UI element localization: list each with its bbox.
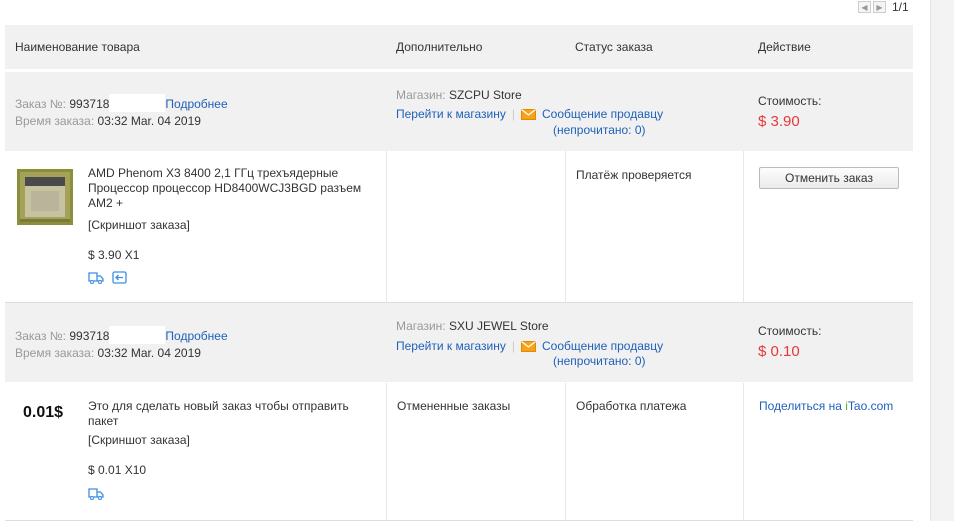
cost-value: $ 3.90 (758, 113, 800, 130)
order-header: Заказ №: 993718 Подробнее Время заказа: 0… (5, 303, 913, 382)
order-number-label: Заказ №: (15, 97, 67, 111)
page-indicator: 1/1 (892, 0, 909, 14)
price-quantity: $ 0.01 X10 (88, 463, 147, 477)
go-to-store-link[interactable]: Перейти к магазину (396, 107, 506, 121)
col-action: Действие (758, 40, 811, 54)
cancel-order-button[interactable]: Отменить заказ (759, 167, 899, 189)
cost-label: Стоимость: (758, 324, 822, 338)
truck-icon[interactable] (88, 487, 104, 500)
order-status: Обработка платежа (576, 399, 687, 413)
col-status: Статус заказа (575, 40, 653, 54)
order-time: 03:32 Mar. 04 2019 (97, 114, 201, 128)
share-brand[interactable]: iTao.com (845, 399, 893, 413)
chevron-right-icon[interactable]: ▶ (873, 1, 886, 13)
order-number-label: Заказ №: (15, 329, 67, 343)
extra-info: Отмененные заказы (397, 399, 511, 413)
product-image-price[interactable]: 0.01$ (23, 404, 63, 422)
truck-icon[interactable] (88, 271, 104, 284)
store-name: SZCPU Store (448, 88, 522, 102)
unread-count[interactable]: (непрочитано: 0) (553, 354, 646, 368)
mail-icon (521, 109, 536, 120)
details-link[interactable]: Подробнее (165, 97, 227, 111)
table-header: Наименование товара Дополнительно Статус… (5, 25, 913, 69)
item-title[interactable]: Это для сделать новый заказ чтобы отправ… (88, 399, 373, 429)
details-link[interactable]: Подробнее (165, 329, 227, 343)
mail-icon (521, 341, 536, 352)
col-extra: Дополнительно (396, 40, 483, 54)
message-seller-link[interactable]: Сообщение продавцу (542, 107, 663, 121)
order-item-row: 0.01$ Это для сделать новый заказ чтобы … (5, 383, 913, 521)
screenshot-link[interactable]: [Скриншот заказа] (88, 433, 190, 447)
store-label: Магазин: (396, 319, 446, 333)
store-label: Магазин: (396, 88, 446, 102)
screenshot-link[interactable]: [Скриншот заказа] (88, 218, 190, 232)
item-title[interactable]: AMD Phenom X3 8400 2,1 ГГц трехъядерные … (88, 166, 373, 211)
order-header: Заказ №: 993718 Подробнее Время заказа: 0… (5, 72, 913, 151)
separator: | (511, 107, 515, 121)
product-image-cpu[interactable] (17, 169, 73, 225)
page-scrollbar[interactable] (930, 0, 954, 521)
price-quantity: $ 3.90 X1 (88, 248, 140, 262)
order-time-label: Время заказа: (15, 346, 95, 360)
return-icon[interactable] (112, 271, 127, 284)
go-to-store-link[interactable]: Перейти к магазину (396, 339, 506, 353)
order-time-label: Время заказа: (15, 114, 95, 128)
order-item-row: AMD Phenom X3 8400 2,1 ГГц трехъядерные … (5, 151, 913, 303)
col-product: Наименование товара (15, 40, 140, 54)
pagination: ◀ ▶ 1/1 (858, 0, 909, 14)
order-number: 993718 (69, 97, 110, 111)
order-time: 03:32 Mar. 04 2019 (97, 346, 201, 360)
unread-count[interactable]: (непрочитано: 0) (553, 123, 646, 137)
share-link[interactable]: Поделиться на (759, 399, 842, 413)
store-name: SXU JEWEL Store (448, 319, 549, 333)
redaction (109, 326, 166, 344)
order-status: Платёж проверяется (576, 168, 692, 182)
message-seller-link[interactable]: Сообщение продавцу (542, 339, 663, 353)
chevron-left-icon[interactable]: ◀ (858, 1, 871, 13)
order-number: 993718 (69, 329, 110, 343)
separator: | (511, 339, 515, 353)
redaction (109, 94, 166, 112)
cost-value: $ 0.10 (758, 343, 800, 360)
cost-label: Стоимость: (758, 94, 822, 108)
